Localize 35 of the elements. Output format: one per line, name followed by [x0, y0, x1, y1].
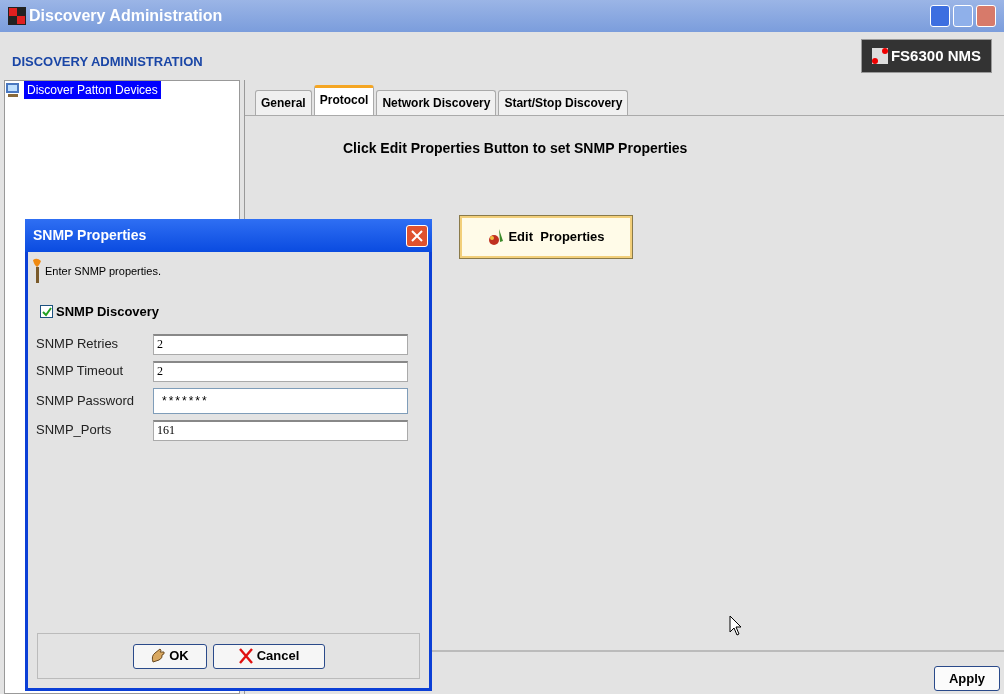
password-field[interactable]: ******* [153, 387, 408, 414]
field-label: SNMP Retries [35, 335, 120, 354]
edit-properties-button[interactable]: Edit Properties [459, 215, 633, 259]
input-field[interactable]: 161 [153, 419, 408, 441]
tab[interactable]: General [255, 90, 312, 115]
field-label: SNMP_Ports [35, 421, 113, 440]
cancel-button[interactable]: Cancel [212, 643, 325, 669]
close-icon [411, 229, 423, 242]
ok-button[interactable]: OK [132, 643, 207, 669]
computer-icon [5, 82, 21, 98]
window-title: Discovery Administration [29, 6, 223, 26]
logo-icon [871, 48, 888, 64]
torch-icon [32, 258, 42, 284]
x-icon [237, 648, 254, 664]
dialog-title: SNMP Properties [33, 226, 147, 245]
checkbox[interactable] [40, 305, 53, 319]
tab[interactable]: Network Discovery [376, 90, 497, 115]
instruction-text: Click Edit Properties Button to set SNMP Properties [342, 139, 689, 158]
close-button[interactable] [976, 5, 996, 27]
tab[interactable]: Start/Stop Discovery [498, 90, 629, 115]
cursor-icon [729, 615, 743, 637]
tree-item[interactable]: Discover Patton Devices [24, 81, 161, 99]
input-field[interactable]: 2 [153, 360, 408, 382]
close-button[interactable] [406, 224, 428, 247]
minimize-button[interactable] [930, 5, 950, 27]
logo-text: FS6300 NMS [890, 45, 981, 66]
page-title: DISCOVERY ADMINISTRATION [12, 53, 203, 72]
field-label: SNMP Timeout [35, 362, 125, 381]
checkbox-label: SNMP Discovery [56, 303, 160, 321]
hint-text: Enter SNMP properties. [45, 263, 161, 279]
apply-button[interactable]: Apply [934, 666, 1000, 691]
app-icon [8, 7, 26, 25]
field-label: SNMP Password [35, 391, 135, 410]
input-field[interactable]: 2 [153, 333, 408, 355]
tab[interactable]: Protocol [313, 85, 375, 115]
